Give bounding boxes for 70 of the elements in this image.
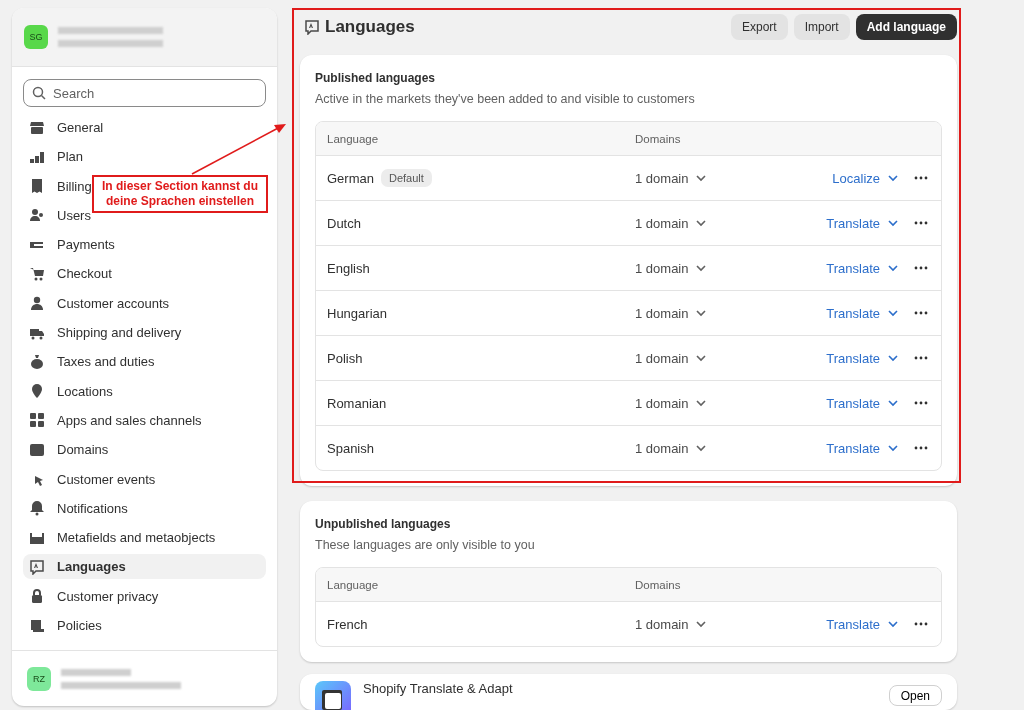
cart-icon bbox=[29, 266, 45, 282]
add-button[interactable]: Add language bbox=[855, 14, 957, 40]
column-header: Language bbox=[327, 578, 380, 591]
translate-link[interactable]: Translate bbox=[826, 350, 901, 366]
sidebar-item[interactable]: Customer events bbox=[23, 466, 266, 492]
language-name: Hungarian bbox=[327, 305, 387, 321]
domains-dropdown[interactable]: 1 domain bbox=[635, 395, 827, 411]
sidebar-item[interactable]: Apps and sales channels bbox=[23, 407, 266, 433]
domains-dropdown[interactable]: 1 domain bbox=[635, 616, 827, 632]
action-button[interactable]: Export bbox=[730, 14, 788, 40]
default-badge: Default bbox=[380, 169, 432, 187]
translate-icon bbox=[29, 558, 45, 575]
domains-dropdown[interactable]: 1 domain bbox=[635, 170, 833, 186]
column-header: Domains bbox=[635, 578, 682, 591]
column-header: Domains bbox=[635, 132, 682, 145]
language-name: Polish bbox=[327, 350, 363, 366]
apps-icon bbox=[29, 412, 45, 429]
page-title: Languages bbox=[325, 17, 415, 37]
sidebar-item[interactable]: Languages bbox=[23, 554, 266, 580]
translate-link[interactable]: Translate bbox=[826, 305, 901, 321]
column-header: Language bbox=[327, 132, 380, 145]
bell-icon bbox=[29, 500, 45, 517]
sidebar-item[interactable]: Taxes and duties bbox=[23, 349, 266, 375]
action-button[interactable]: Import bbox=[793, 14, 850, 40]
language-name: Dutch bbox=[327, 215, 361, 231]
domains-dropdown[interactable]: 1 domain bbox=[635, 305, 827, 321]
domains-dropdown[interactable]: 1 domain bbox=[635, 215, 827, 231]
translate-link[interactable]: Translate bbox=[826, 260, 901, 276]
translate-icon bbox=[304, 19, 320, 35]
map-pin-icon bbox=[29, 383, 45, 400]
sidebar-item[interactable]: General bbox=[23, 115, 266, 140]
sidebar-item[interactable]: Checkout bbox=[23, 261, 266, 287]
store-icon bbox=[29, 119, 45, 136]
domains-dropdown[interactable]: 1 domain bbox=[635, 350, 827, 366]
language-name: Spanish bbox=[327, 440, 374, 456]
sidebar-item[interactable]: Shipping and delivery bbox=[23, 320, 266, 346]
language-name: German bbox=[327, 170, 374, 186]
translate-link[interactable]: Translate bbox=[826, 395, 901, 411]
money-bag-icon bbox=[29, 353, 45, 370]
language-name: English bbox=[327, 260, 370, 276]
translate-link[interactable]: Localize bbox=[832, 170, 901, 186]
app-name: Shopify Translate & Adapt bbox=[363, 681, 513, 696]
section-subtitle: Active in the markets they've been added to and visible to customers bbox=[315, 92, 696, 106]
sidebar-item[interactable]: Customer privacy bbox=[23, 583, 266, 609]
section-title: Unpublished languages bbox=[315, 517, 452, 531]
section-title: Published languages bbox=[315, 71, 437, 85]
sidebar-item[interactable]: Customer accounts bbox=[23, 290, 266, 316]
domains-dropdown[interactable]: 1 domain bbox=[635, 440, 827, 456]
store-avatar: SG bbox=[24, 25, 48, 49]
annotation-tooltip: In dieser Section kannst du deine Sprachen einstellen bbox=[92, 175, 268, 213]
sidebar-item[interactable]: Domains bbox=[23, 437, 266, 463]
open-button[interactable]: Open bbox=[888, 685, 942, 706]
user-avatar: RZ bbox=[27, 666, 51, 691]
section-subtitle: These languages are only visible to you bbox=[315, 538, 536, 552]
users-icon bbox=[29, 207, 45, 224]
sidebar-item[interactable]: Payments bbox=[23, 232, 266, 258]
sidebar-item[interactable]: Policies bbox=[23, 613, 266, 639]
language-name: French bbox=[327, 616, 368, 632]
translate-link[interactable]: Translate bbox=[826, 440, 901, 456]
language-name: Romanian bbox=[327, 395, 387, 411]
sidebar-item[interactable]: Plan bbox=[23, 144, 266, 170]
translate-link[interactable]: Translate bbox=[826, 215, 901, 231]
search-field[interactable]: Search bbox=[23, 79, 266, 107]
sidebar-item[interactable]: Metafields and metaobjects bbox=[23, 525, 266, 551]
person-icon bbox=[29, 295, 45, 312]
sidebar-item[interactable]: Notifications bbox=[23, 495, 266, 521]
translate-link[interactable]: Translate bbox=[826, 616, 901, 632]
domains-dropdown[interactable]: 1 domain bbox=[635, 260, 827, 276]
sidebar-item[interactable]: Locations bbox=[23, 378, 266, 404]
lock-icon bbox=[29, 588, 45, 605]
